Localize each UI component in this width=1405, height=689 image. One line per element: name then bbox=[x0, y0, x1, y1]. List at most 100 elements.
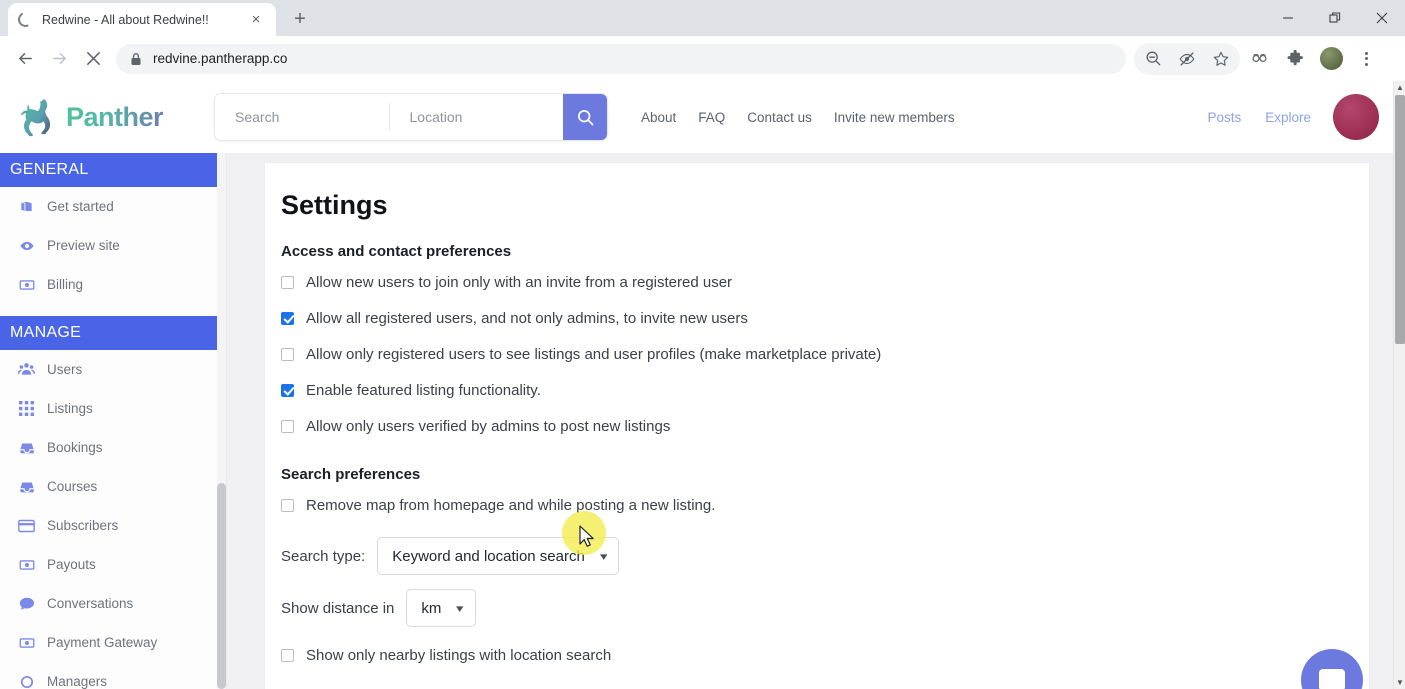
loading-spinner-icon bbox=[15, 9, 36, 30]
nav-link-posts[interactable]: Posts bbox=[1195, 110, 1253, 125]
money-icon bbox=[17, 635, 36, 651]
sidebar-item-users[interactable]: Users bbox=[0, 350, 226, 389]
extensions-puzzle-icon[interactable] bbox=[1278, 42, 1312, 76]
page-scrollbar[interactable]: ▲ ▼ bbox=[1393, 81, 1405, 689]
restore-icon[interactable] bbox=[1311, 0, 1358, 36]
site-logo[interactable]: Panther bbox=[18, 95, 196, 139]
chat-bubble-icon bbox=[17, 596, 36, 611]
search-icon[interactable] bbox=[563, 94, 607, 140]
sidebar-item-label: Billing bbox=[47, 277, 84, 292]
chevron-down-icon: ▾ bbox=[599, 550, 608, 563]
sidebar-item-label: Get started bbox=[47, 199, 114, 214]
checkbox-label: Allow all registered users, and not only… bbox=[306, 309, 748, 327]
nav-link-explore[interactable]: Explore bbox=[1253, 110, 1323, 125]
star-icon[interactable] bbox=[1204, 42, 1238, 76]
sidebar-item-label: Conversations bbox=[47, 596, 134, 611]
checkbox-row[interactable]: Enable featured listing functionality. bbox=[281, 372, 1369, 408]
eye-slash-icon[interactable] bbox=[1170, 42, 1204, 76]
minimize-icon[interactable] bbox=[1264, 0, 1311, 36]
distance-unit-label: Show distance in bbox=[281, 599, 395, 617]
header-right-actions: Posts Explore bbox=[1195, 81, 1379, 153]
sidebar-item-courses[interactable]: Courses bbox=[0, 467, 226, 506]
eye-icon bbox=[17, 238, 36, 254]
sidebar-item-subscribers[interactable]: Subscribers bbox=[0, 506, 226, 545]
users-icon bbox=[17, 361, 36, 378]
checkbox-enable-featured-listing[interactable] bbox=[281, 383, 294, 397]
sidebar-item-listings[interactable]: Listings bbox=[0, 389, 226, 428]
settings-card: Settings Access and contact preferences … bbox=[265, 163, 1369, 689]
search-input[interactable]: Search bbox=[215, 94, 389, 140]
checkbox-show-nearby-listings[interactable] bbox=[281, 648, 294, 662]
sidebar-item-payouts[interactable]: Payouts bbox=[0, 545, 226, 584]
checkbox-remove-map[interactable] bbox=[281, 498, 294, 512]
sidebar-item-payment-gateway[interactable]: Payment Gateway bbox=[0, 623, 226, 662]
sidebar-group-manage-header: MANAGE bbox=[0, 316, 226, 350]
checkbox-row[interactable]: Allow new users to join only with an inv… bbox=[281, 264, 1369, 300]
page-scrollbar-thumb[interactable] bbox=[1395, 95, 1405, 344]
sidebar-item-preview-site[interactable]: Preview site bbox=[0, 226, 226, 265]
settings-content: Settings Access and contact preferences … bbox=[227, 153, 1405, 689]
money-icon bbox=[17, 277, 36, 293]
section-title-access: Access and contact preferences bbox=[281, 243, 512, 260]
nav-link-about[interactable]: About bbox=[630, 110, 687, 125]
distance-unit-select[interactable]: km ▾ bbox=[406, 589, 476, 627]
nav-link-contact-us[interactable]: Contact us bbox=[736, 110, 823, 125]
back-arrow-icon[interactable] bbox=[8, 42, 42, 76]
chat-bubble-icon bbox=[1319, 669, 1345, 689]
checkbox-row[interactable]: Show only nearby listings with location … bbox=[281, 637, 1369, 673]
location-input[interactable]: Location bbox=[390, 94, 564, 140]
checkbox-label: Show only nearby listings with location … bbox=[306, 646, 612, 664]
search-type-value: Keyword and location search bbox=[392, 547, 585, 565]
checkbox-private-marketplace[interactable] bbox=[281, 347, 294, 361]
link-icon[interactable] bbox=[1242, 42, 1276, 76]
checkbox-allow-invite-only[interactable] bbox=[281, 275, 294, 289]
sidebar-item-label: Managers bbox=[47, 674, 108, 689]
sidebar-item-bookings[interactable]: Bookings bbox=[0, 428, 226, 467]
sidebar-group-general-header: GENERAL bbox=[0, 153, 226, 187]
checkbox-label: Allow new users to join only with an inv… bbox=[306, 273, 733, 291]
nav-link-faq[interactable]: FAQ bbox=[687, 110, 736, 125]
scroll-down-arrow-icon[interactable]: ▼ bbox=[1394, 676, 1405, 689]
avatar[interactable] bbox=[1333, 94, 1379, 140]
checkbox-row[interactable]: Remove map from homepage and while posti… bbox=[281, 487, 1369, 523]
close-icon[interactable] bbox=[1358, 0, 1405, 36]
chevron-down-icon: ▾ bbox=[456, 602, 464, 615]
sidebar-item-label: Payment Gateway bbox=[47, 635, 158, 650]
scroll-up-arrow-icon[interactable]: ▲ bbox=[1394, 81, 1405, 94]
lock-icon bbox=[130, 52, 142, 66]
sidebar-item-managers[interactable]: Managers bbox=[0, 662, 226, 689]
nav-link-invite-new-members[interactable]: Invite new members bbox=[823, 110, 966, 125]
profile-avatar-icon[interactable] bbox=[1320, 47, 1343, 70]
checkbox-allow-all-registered-invite[interactable] bbox=[281, 311, 294, 325]
distance-unit-value: km bbox=[421, 599, 442, 617]
admin-sidebar: GENERAL Get started Preview site Billing bbox=[0, 153, 227, 689]
checkbox-label: Remove map from homepage and while posti… bbox=[306, 496, 716, 514]
zoom-out-icon[interactable] bbox=[1136, 42, 1170, 76]
sidebar-item-get-started[interactable]: Get started bbox=[0, 187, 226, 226]
sidebar-scrollbar-thumb[interactable] bbox=[217, 483, 226, 689]
stop-icon[interactable] bbox=[76, 42, 110, 76]
sidebar-scrollbar[interactable] bbox=[217, 153, 226, 689]
browser-tab[interactable]: Redwine - All about Redwine!! × bbox=[8, 3, 276, 36]
checkbox-row[interactable]: Allow only users verified by admins to p… bbox=[281, 408, 1369, 444]
sidebar-item-conversations[interactable]: Conversations bbox=[0, 584, 226, 623]
search-type-label: Search type: bbox=[281, 547, 366, 565]
checkbox-row[interactable]: Allow all registered users, and not only… bbox=[281, 300, 1369, 336]
sidebar-item-label: Listings bbox=[47, 401, 93, 416]
site-search-bar[interactable]: Search Location bbox=[214, 93, 608, 141]
card-icon bbox=[17, 519, 36, 533]
checkbox-verified-users-post[interactable] bbox=[281, 419, 294, 433]
sidebar-item-label: Payouts bbox=[47, 557, 96, 572]
sidebar-item-billing[interactable]: Billing bbox=[0, 265, 226, 304]
checkbox-label: Allow only users verified by admins to p… bbox=[306, 417, 671, 435]
checkbox-row[interactable]: Allow only registered users to see listi… bbox=[281, 336, 1369, 372]
window-controls bbox=[1264, 0, 1405, 36]
address-bar[interactable]: redvine.pantherapp.co bbox=[116, 43, 1126, 74]
search-type-select[interactable]: Keyword and location search ▾ bbox=[377, 537, 620, 575]
three-dots-menu-icon[interactable] bbox=[1351, 42, 1381, 76]
section-title-search: Search preferences bbox=[281, 466, 421, 483]
url-text: redvine.pantherapp.co bbox=[153, 51, 288, 66]
new-tab-button[interactable]: + bbox=[286, 5, 314, 33]
sidebar-item-label: Bookings bbox=[47, 440, 103, 455]
close-icon[interactable]: × bbox=[246, 10, 266, 30]
